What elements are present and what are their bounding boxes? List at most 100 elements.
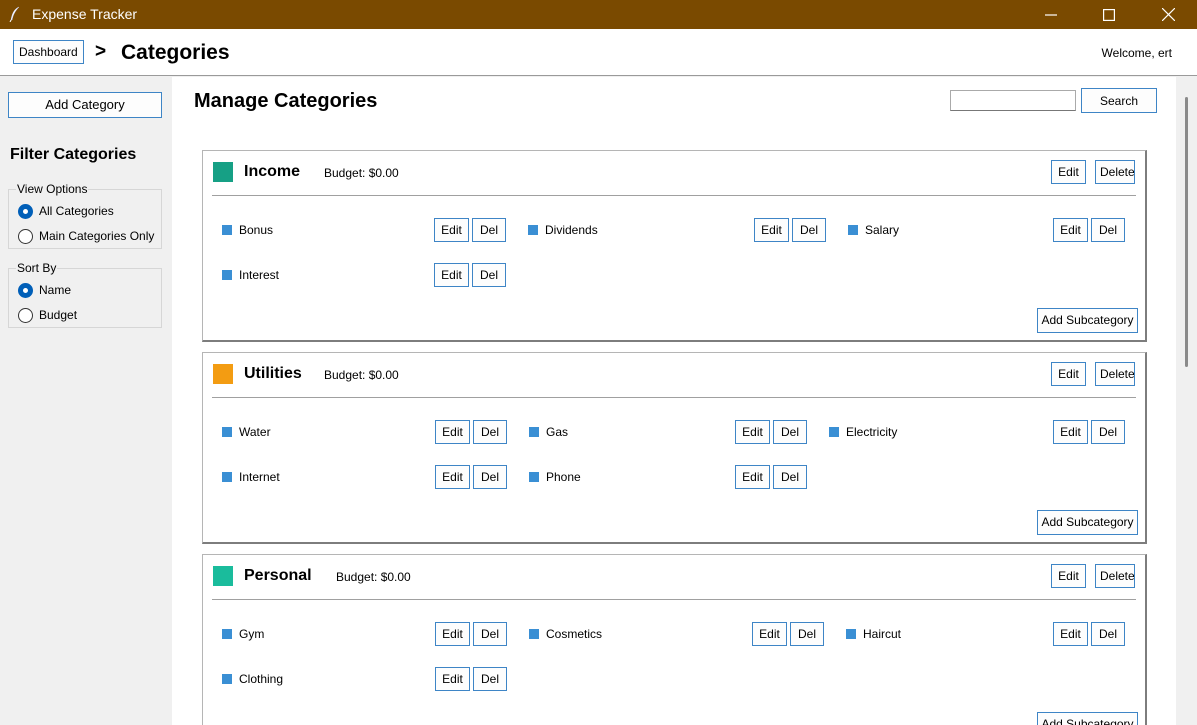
delete-subcategory-button[interactable]: Del — [472, 218, 506, 242]
vertical-scrollbar[interactable] — [1176, 77, 1197, 725]
edit-category-button[interactable]: Edit — [1051, 564, 1086, 588]
delete-subcategory-button[interactable]: Del — [773, 420, 807, 444]
subcategory-name: Dividends — [545, 223, 598, 237]
delete-subcategory-button[interactable]: Del — [773, 465, 807, 489]
manage-categories-title: Manage Categories — [194, 90, 378, 112]
edit-subcategory-button[interactable]: Edit — [735, 420, 770, 444]
edit-subcategory-button[interactable]: Edit — [754, 218, 789, 242]
category-card-income: Income Budget: $0.00 Edit Delete Bonus E… — [202, 150, 1147, 342]
edit-subcategory-button[interactable]: Edit — [735, 465, 770, 489]
radio-label: All Categories — [39, 204, 114, 218]
subcategory-bullet — [829, 427, 839, 437]
radio-label: Main Categories Only — [39, 229, 155, 243]
radio-label: Budget — [39, 308, 78, 322]
delete-category-button[interactable]: Delete — [1095, 564, 1135, 588]
radio-selected-icon[interactable] — [18, 282, 33, 298]
add-subcategory-button[interactable]: Add Subcategory — [1037, 510, 1138, 535]
radio-main-categories-only[interactable]: Main Categories Only — [18, 227, 154, 245]
subcategory-bullet — [222, 225, 232, 235]
window-title-bar: Expense Tracker — [0, 0, 1197, 29]
subcategory-name: Salary — [865, 223, 900, 237]
add-subcategory-button[interactable]: Add Subcategory — [1037, 712, 1138, 725]
edit-subcategory-button[interactable]: Edit — [1053, 622, 1088, 646]
delete-subcategory-button[interactable]: Del — [1091, 420, 1125, 444]
edit-subcategory-button[interactable]: Edit — [435, 667, 470, 691]
edit-subcategory-button[interactable]: Edit — [435, 420, 470, 444]
edit-category-button[interactable]: Edit — [1051, 362, 1086, 386]
radio-sort-budget[interactable]: Budget — [18, 306, 77, 324]
edit-subcategory-button[interactable]: Edit — [1053, 420, 1088, 444]
delete-subcategory-button[interactable]: Del — [1091, 622, 1125, 646]
subcategory-name: Internet — [239, 470, 280, 484]
edit-subcategory-button[interactable]: Edit — [434, 263, 469, 287]
card-divider — [212, 397, 1136, 398]
subcategory-bullet — [528, 225, 538, 235]
delete-subcategory-button[interactable]: Del — [1091, 218, 1125, 242]
search-button[interactable]: Search — [1081, 88, 1157, 113]
delete-subcategory-button[interactable]: Del — [473, 465, 507, 489]
delete-subcategory-button[interactable]: Del — [472, 263, 506, 287]
radio-all-categories[interactable]: All Categories — [18, 202, 114, 220]
add-subcategory-button[interactable]: Add Subcategory — [1037, 308, 1138, 333]
maximize-icon — [1103, 8, 1115, 21]
card-divider — [212, 195, 1136, 196]
subcategory-name: Phone — [546, 470, 581, 484]
edit-subcategory-button[interactable]: Edit — [434, 218, 469, 242]
category-card-utilities: Utilities Budget: $0.00 Edit Delete Wate… — [202, 352, 1147, 544]
edit-category-button[interactable]: Edit — [1051, 160, 1086, 184]
filter-categories-title: Filter Categories — [10, 146, 137, 163]
category-budget: Budget: $0.00 — [336, 570, 411, 584]
delete-category-button[interactable]: Delete — [1095, 160, 1135, 184]
category-card-personal: Personal Budget: $0.00 Edit Delete Gym E… — [202, 554, 1147, 725]
delete-subcategory-button[interactable]: Del — [792, 218, 826, 242]
edit-subcategory-button[interactable]: Edit — [435, 465, 470, 489]
minimize-button[interactable] — [1022, 0, 1080, 29]
subcategory-bullet — [846, 629, 856, 639]
maximize-button[interactable] — [1080, 0, 1138, 29]
subcategory-bullet — [222, 629, 232, 639]
edit-subcategory-button[interactable]: Edit — [1053, 218, 1088, 242]
category-budget: Budget: $0.00 — [324, 368, 399, 382]
radio-unselected-icon[interactable] — [18, 228, 33, 244]
header-bar: Dashboard > Categories Welcome, ert — [0, 29, 1197, 76]
radio-label: Name — [39, 283, 72, 297]
category-name: Personal — [244, 567, 312, 584]
delete-category-button[interactable]: Delete — [1095, 362, 1135, 386]
subcategory-bullet — [848, 225, 858, 235]
feather-icon — [9, 6, 20, 22]
subcategory-bullet — [222, 270, 232, 280]
radio-selected-icon[interactable] — [18, 203, 33, 219]
search-input[interactable] — [950, 90, 1076, 111]
subcategory-bullet — [529, 472, 539, 482]
close-button[interactable] — [1139, 0, 1197, 29]
category-color-swatch — [213, 364, 233, 384]
subcategory-bullet — [222, 674, 232, 684]
subcategory-name: Electricity — [846, 425, 898, 439]
minimize-icon — [1045, 13, 1057, 16]
radio-sort-name[interactable]: Name — [18, 281, 71, 299]
radio-unselected-icon[interactable] — [18, 307, 33, 323]
category-color-swatch — [213, 566, 233, 586]
category-name: Utilities — [244, 365, 302, 382]
subcategory-name: Gas — [546, 425, 569, 439]
delete-subcategory-button[interactable]: Del — [790, 622, 824, 646]
view-options-label: View Options — [16, 182, 89, 196]
scrollbar-thumb[interactable] — [1185, 97, 1188, 367]
window-title: Expense Tracker — [32, 6, 138, 22]
category-name: Income — [244, 163, 301, 180]
dashboard-button[interactable]: Dashboard — [13, 40, 84, 64]
subcategory-bullet — [529, 427, 539, 437]
add-category-button[interactable]: Add Category — [8, 92, 162, 118]
delete-subcategory-button[interactable]: Del — [473, 622, 507, 646]
subcategory-name: Interest — [239, 268, 280, 282]
delete-subcategory-button[interactable]: Del — [473, 420, 507, 444]
subcategory-name: Cosmetics — [546, 627, 603, 641]
edit-subcategory-button[interactable]: Edit — [752, 622, 787, 646]
subcategory-name: Haircut — [863, 627, 902, 641]
subcategory-bullet — [222, 427, 232, 437]
page-title: Categories — [121, 41, 230, 64]
delete-subcategory-button[interactable]: Del — [473, 667, 507, 691]
card-divider — [212, 599, 1136, 600]
subcategory-bullet — [529, 629, 539, 639]
edit-subcategory-button[interactable]: Edit — [435, 622, 470, 646]
